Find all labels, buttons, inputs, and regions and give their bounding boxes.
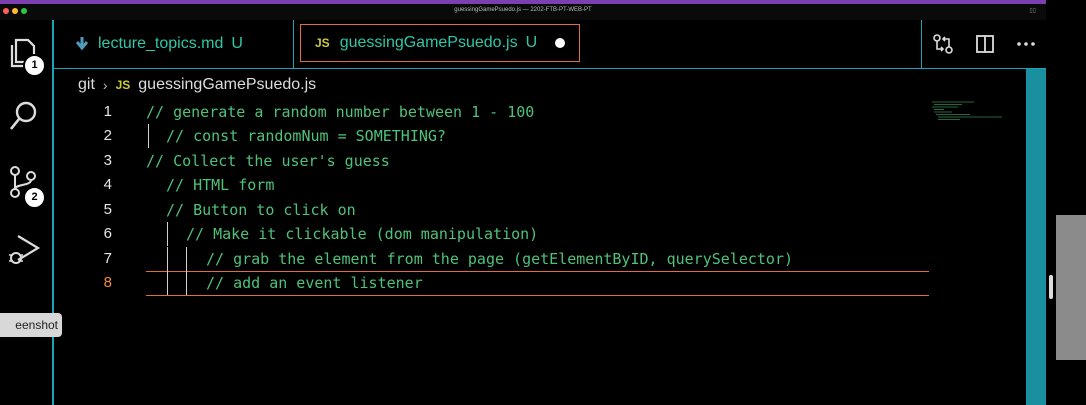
layout-icon[interactable]: ▯▯ (1029, 7, 1036, 14)
line-number: 4 (103, 176, 112, 193)
search-button[interactable] (6, 98, 42, 134)
js-icon: JS (115, 78, 131, 92)
unsaved-dot-icon[interactable] (555, 38, 566, 48)
indent-guide (186, 271, 187, 295)
breadcrumb: git › JS guessingGamePsuedo.js (54, 69, 1046, 101)
tab-bar: lecture_topics.md U JS guessingGamePsued… (54, 20, 1046, 69)
run-debug-icon (9, 235, 41, 264)
line-number: 3 (103, 152, 112, 169)
tab-label: guessingGamePsuedo.js (339, 34, 518, 51)
line-number: 8 (103, 274, 112, 291)
line-number: 5 (103, 201, 112, 218)
untracked-indicator: U (525, 34, 538, 51)
line-number: 1 (103, 103, 112, 120)
code-text: // generate a random number between 1 - … (146, 103, 535, 121)
line-number: 6 (103, 225, 112, 242)
scm-badge: 2 (23, 186, 46, 209)
indent-guide (167, 271, 168, 295)
tab-guessing-game[interactable]: JS guessingGamePsuedo.js U (300, 24, 580, 62)
source-control-button[interactable]: 2 (6, 164, 46, 209)
code-text: // Collect the user's guess (146, 152, 390, 170)
chevron-right-icon: › (102, 77, 108, 93)
screenshot-tooltip: eenshot (0, 313, 62, 337)
breadcrumb-file[interactable]: guessingGamePsuedo.js (138, 76, 316, 94)
resize-handle[interactable] (1049, 275, 1053, 299)
split-editor-icon[interactable] (975, 34, 995, 54)
line-number: 7 (103, 250, 112, 267)
open-changes-icon[interactable] (932, 33, 954, 55)
code-line[interactable]: 1 // generate a random number between 1 … (54, 100, 1026, 124)
code-line[interactable]: 6 // Make it clickable (dom manipulation… (54, 222, 1026, 246)
code-line[interactable]: 5 // Button to click on (54, 198, 1026, 222)
code-text: // grab the element from the page (getEl… (206, 250, 793, 268)
line-number: 2 (103, 127, 112, 144)
background-image-strip (1056, 215, 1086, 360)
code-text: // HTML form (166, 176, 275, 194)
code-text: // const randomNum = SOMETHING? (166, 127, 446, 145)
adjacent-window (1046, 0, 1086, 405)
tab-lecture-topics[interactable]: lecture_topics.md U (54, 20, 294, 68)
explorer-badge: 1 (23, 54, 46, 77)
code-text: // add an event listener (206, 274, 423, 292)
code-line[interactable]: 4 // HTML form (54, 173, 1026, 197)
code-text: // Make it clickable (dom manipulation) (186, 225, 539, 243)
explorer-button[interactable]: 1 (6, 34, 46, 77)
more-actions-icon[interactable] (1016, 41, 1036, 47)
code-line[interactable]: 2 // const randomNum = SOMETHING? (54, 124, 1026, 148)
code-text: // Button to click on (166, 201, 356, 219)
editor-actions (921, 20, 1046, 68)
code-editor[interactable]: 1 // generate a random number between 1 … (54, 101, 1026, 405)
title-accent-strip (0, 0, 1046, 4)
indent-guide (186, 247, 187, 271)
vertical-scrollbar[interactable] (1026, 69, 1046, 405)
untracked-indicator: U (231, 35, 243, 52)
indent-guide (167, 247, 168, 271)
indent-guide (167, 222, 168, 246)
activity-bar: 1 2 (0, 20, 54, 405)
indent-guide (148, 124, 149, 148)
code-line-active[interactable]: 8 // add an event listener (54, 271, 1026, 295)
minimap[interactable] (930, 101, 1026, 123)
code-line[interactable]: 7 // grab the element from the page (get… (54, 247, 1026, 271)
js-icon: JS (315, 36, 330, 50)
breadcrumb-folder[interactable]: git (78, 76, 95, 94)
markdown-icon (76, 37, 88, 51)
window-title: guessingGamePsuedo.js — 2202-FTB-PT-WEB-… (454, 7, 592, 13)
title-bar: guessingGamePsuedo.js — 2202-FTB-PT-WEB-… (0, 0, 1046, 20)
run-debug-button[interactable] (6, 230, 42, 266)
search-icon (9, 101, 37, 130)
tab-label: lecture_topics.md (98, 35, 224, 52)
code-line[interactable]: 3 // Collect the user's guess (54, 149, 1026, 173)
